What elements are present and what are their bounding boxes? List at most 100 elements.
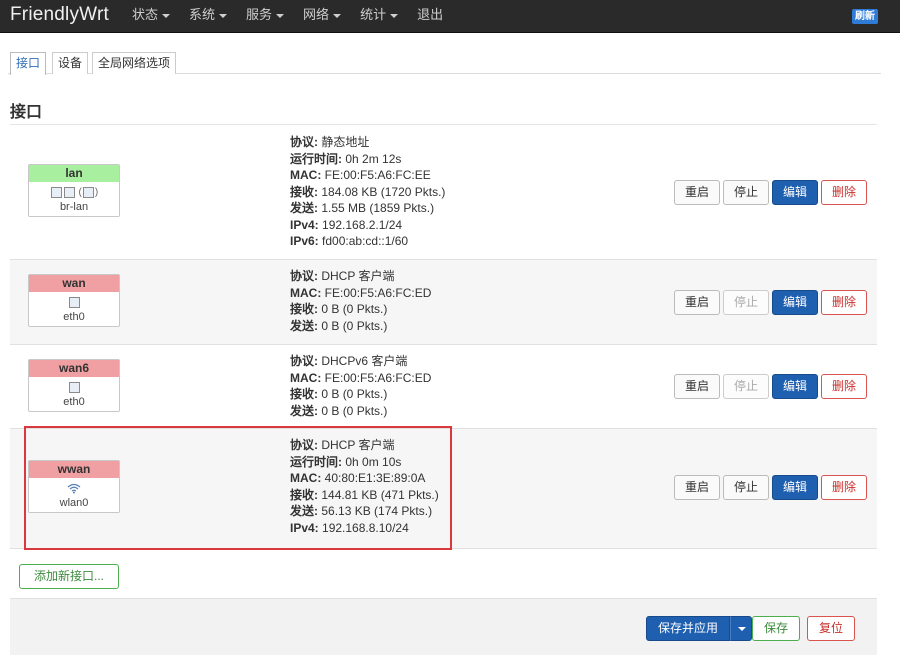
refresh-button[interactable]: 刷新 — [852, 9, 878, 24]
save-apply-group: 保存并应用 — [646, 616, 753, 641]
interface-row-wan: wan eth0 协议: DHCP 客户端 MAC: FE:00:F5:A6:F… — [10, 260, 877, 345]
brand-logo[interactable]: FriendlyWrt — [10, 4, 109, 26]
interface-device-icons — [29, 380, 119, 395]
delete-button[interactable]: 删除 — [820, 374, 867, 399]
menu-network-label: 网络 — [303, 7, 330, 22]
ipv6-value: fd00:ab:cd::1/60 — [322, 234, 409, 248]
interface-row-wan6: wan6 eth0 协议: DHCPv6 客户端 MAC: FE:00:F5:A… — [10, 345, 877, 429]
ethernet-port-icon — [63, 186, 75, 198]
restart-button[interactable]: 重启 — [673, 374, 720, 399]
section-title: 接口 — [10, 104, 43, 121]
caret-down-icon — [219, 13, 228, 18]
save-apply-button[interactable]: 保存并应用 — [646, 616, 731, 641]
ipv4-value: 192.168.2.1/24 — [322, 217, 403, 232]
menu-status-label: 状态 — [132, 7, 159, 22]
proto-label: 协议: — [290, 135, 318, 149]
caret-down-icon — [333, 13, 342, 18]
uptime-value: 0h 2m 12s — [345, 151, 402, 166]
interface-device-icons: () — [29, 185, 119, 200]
row-actions: 重启 停止 编辑 删除 — [671, 374, 867, 399]
restart-button[interactable]: 重启 — [673, 290, 720, 315]
tab-devices[interactable]: 设备 — [52, 52, 89, 74]
interface-name: wan6 — [29, 360, 119, 377]
rx-value: 184.08 KB (1720 Pkts.) — [321, 184, 446, 199]
interface-info: 协议: DHCP 客户端 MAC: FE:00:F5:A6:FC:ED 接收: … — [290, 268, 431, 334]
top-navbar: FriendlyWrt 状态 系统 服务 网络 统计 退出 刷新 — [0, 0, 900, 33]
ethernet-port-icon — [82, 186, 94, 198]
proto-label: 协议: — [290, 269, 318, 283]
menu-services[interactable]: 服务 — [246, 0, 285, 33]
menu-status[interactable]: 状态 — [132, 0, 171, 33]
stop-button[interactable]: 停止 — [722, 374, 769, 399]
stop-button[interactable]: 停止 — [722, 180, 769, 205]
mac-label: MAC: — [290, 285, 322, 300]
row-actions: 重启 停止 编辑 删除 — [671, 475, 867, 500]
menu-services-label: 服务 — [246, 7, 273, 22]
highlight-annotation-box — [24, 426, 452, 550]
caret-down-icon — [390, 13, 399, 18]
interface-info: 协议: 静态地址 运行时间: 0h 2m 12s MAC: FE:00:F5:A… — [290, 134, 445, 250]
uptime-label: 运行时间: — [290, 151, 342, 166]
tx-label: 发送: — [290, 403, 318, 418]
restart-button[interactable]: 重启 — [673, 180, 720, 205]
ipv6-label: IPv6: — [290, 234, 319, 248]
stop-button[interactable]: 停止 — [722, 290, 769, 315]
ipv4-label: IPv4: — [290, 217, 319, 232]
row-actions: 重启 停止 编辑 删除 — [671, 290, 867, 315]
menu-system[interactable]: 系统 — [189, 0, 228, 33]
restart-button[interactable]: 重启 — [673, 475, 720, 500]
ethernet-port-icon — [50, 186, 62, 198]
save-button[interactable]: 保存 — [752, 616, 801, 641]
edit-button[interactable]: 编辑 — [771, 180, 818, 205]
mac-label: MAC: — [290, 168, 322, 182]
menu-statistics-label: 统计 — [360, 7, 387, 22]
menu-system-label: 系统 — [189, 7, 216, 22]
interface-badge-lan: lan () br-lan — [28, 164, 120, 217]
rx-label: 接收: — [290, 387, 318, 401]
delete-button[interactable]: 删除 — [820, 475, 867, 500]
rx-value: 0 B (0 Pkts.) — [321, 387, 388, 401]
edit-button[interactable]: 编辑 — [771, 290, 818, 315]
mac-label: MAC: — [290, 370, 322, 385]
tx-label: 发送: — [290, 318, 318, 333]
rx-label: 接收: — [290, 302, 318, 316]
add-interface-button[interactable]: 添加新接口... — [19, 564, 119, 589]
interface-name: lan — [29, 165, 119, 182]
interface-badge-wan6: wan6 eth0 — [28, 359, 120, 412]
tab-interfaces[interactable]: 接口 — [10, 52, 47, 75]
delete-button[interactable]: 删除 — [820, 290, 867, 315]
delete-button[interactable]: 删除 — [820, 180, 867, 205]
reset-button[interactable]: 复位 — [807, 616, 856, 641]
caret-down-icon — [162, 13, 171, 18]
proto-value: DHCPv6 客户端 — [321, 354, 408, 368]
interface-device-icons — [29, 295, 119, 310]
ethernet-port-icon — [68, 296, 80, 308]
edit-button[interactable]: 编辑 — [771, 475, 818, 500]
stop-button[interactable]: 停止 — [722, 475, 769, 500]
main-menu: 状态 系统 服务 网络 统计 退出 — [132, 0, 462, 33]
mac-value: FE:00:F5:A6:FC:ED — [324, 370, 432, 385]
ethernet-port-icon — [68, 381, 80, 393]
interface-row-lan: lan () br-lan 协议: 静态地址 运行时间: 0h 2m 12s M… — [10, 125, 877, 260]
interface-tabs: 接口 设备 全局网络选项 — [8, 52, 881, 75]
rx-value: 0 B (0 Pkts.) — [321, 302, 388, 316]
interface-device-name: eth0 — [63, 396, 85, 408]
menu-logout[interactable]: 退出 — [417, 0, 443, 33]
proto-value: DHCP 客户端 — [321, 269, 395, 283]
save-apply-dropdown-toggle[interactable] — [730, 616, 753, 641]
tab-global-network-options[interactable]: 全局网络选项 — [92, 52, 177, 74]
interface-badge-wan: wan eth0 — [28, 274, 120, 327]
interface-info: 协议: DHCPv6 客户端 MAC: FE:00:F5:A6:FC:ED 接收… — [290, 353, 431, 419]
interface-name: wan — [29, 275, 119, 292]
menu-network[interactable]: 网络 — [303, 0, 342, 33]
form-actions-footer: 保存并应用 保存 复位 — [10, 598, 877, 655]
edit-button[interactable]: 编辑 — [771, 374, 818, 399]
bridge-bracket: ( — [78, 187, 82, 198]
proto-value: 静态地址 — [321, 135, 370, 149]
menu-statistics[interactable]: 统计 — [360, 0, 399, 33]
tx-label: 发送: — [290, 201, 318, 215]
mac-value: FE:00:F5:A6:FC:ED — [324, 285, 432, 300]
tx-value: 0 B (0 Pkts.) — [321, 318, 388, 333]
row-actions: 重启 停止 编辑 删除 — [671, 180, 867, 205]
rx-label: 接收: — [290, 184, 318, 199]
